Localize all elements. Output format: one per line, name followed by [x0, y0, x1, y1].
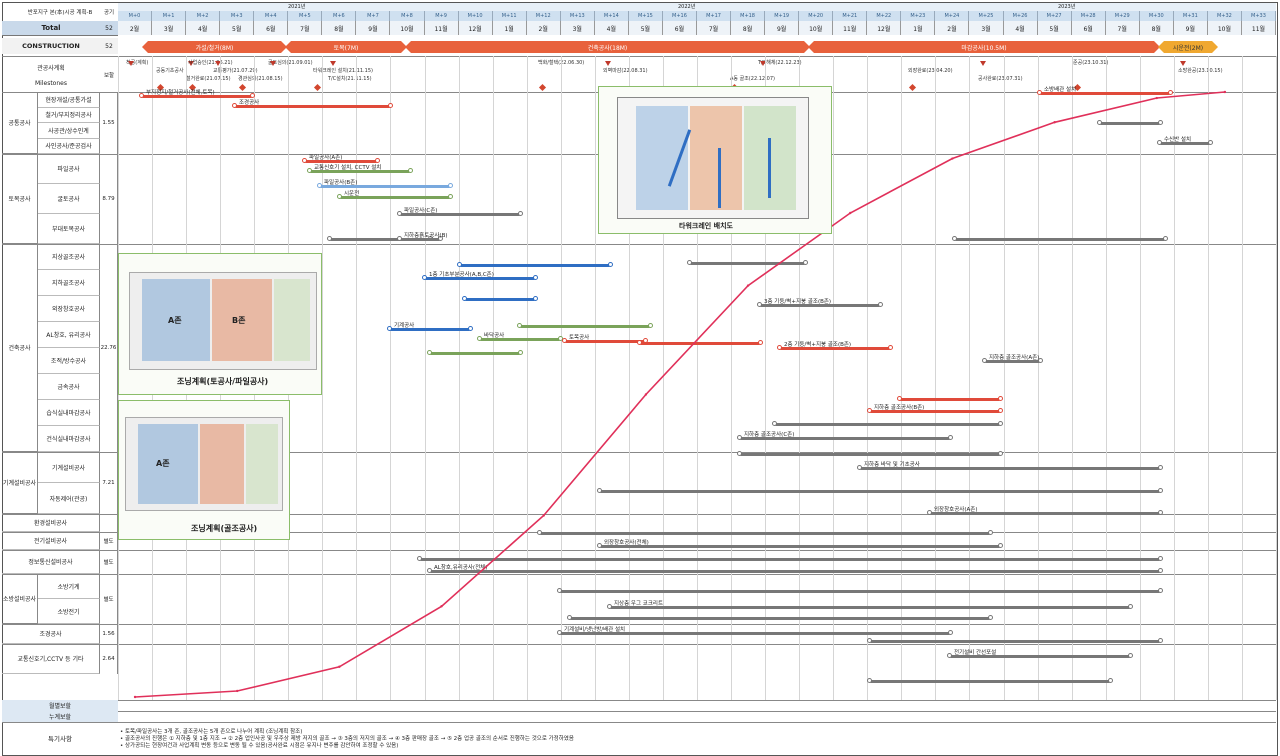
zoning-upper-inset: A존 B존 조닝계획(토공사/파일공사) [118, 253, 322, 395]
bottom-divider-3 [2, 722, 1276, 723]
cumulative-label: 누계보할 [2, 711, 118, 722]
s-curve-point [542, 514, 545, 517]
notes-label: 특기사항 [48, 735, 72, 743]
tower-crane-caption: 타워크레인 배치도 [679, 222, 733, 230]
zoning-lower-inset: A존 조닝계획(골조공사) [118, 400, 290, 540]
tower-crane-plan [617, 97, 809, 219]
s-curve-point [1223, 90, 1227, 94]
monthly-label: 월별보할 [2, 700, 118, 711]
crane-jib-3 [768, 138, 771, 198]
s-curve-point [440, 605, 443, 608]
note-2: • 골조공사의 진행은 ① 지하층 및 1층 지조 → ② 2층 업인사공 및 … [120, 736, 574, 742]
zoning-upper-plan: A존 B존 [129, 272, 317, 370]
lower-zone-a-label: A존 [156, 459, 170, 468]
lower-zone-c [246, 424, 278, 504]
bottom-divider-2 [2, 711, 1276, 712]
s-curve-point [1053, 121, 1056, 124]
s-curve-point [338, 665, 341, 668]
s-curve-point [1155, 96, 1158, 100]
zoning-lower-plan: A존 [125, 417, 283, 511]
note-3: • 상가공되는 현장여건과 사업계획 변동 등으로 변동 될 수 있음(공사완료… [120, 743, 399, 749]
upper-zone-c [274, 279, 310, 361]
s-curve-point [849, 211, 852, 215]
s-curve-point [236, 689, 239, 693]
zoning-lower-caption: 조닝계획(골조공사) [191, 524, 258, 533]
upper-zone-a-label: A존 [168, 316, 182, 325]
s-curve-point [644, 393, 648, 396]
bottom-divider-1 [2, 700, 1276, 701]
upper-zone-b-label: B존 [232, 316, 246, 325]
s-curve-point [951, 157, 954, 160]
crane-zone-b [690, 106, 742, 210]
crane-jib-2 [718, 148, 721, 208]
note-1: • 토목/파일공사는 3개 존, 골조공사는 5개 존으로 나누어 계획 (조닝… [120, 729, 303, 735]
tower-crane-inset: 타워크레인 배치도 [598, 86, 832, 234]
notes-block: • 토목/파일공사는 3개 존, 골조공사는 5개 존으로 나누어 계획 (조닝… [120, 729, 1220, 750]
s-curve-point [746, 284, 750, 287]
zoning-upper-caption: 조닝계획(토공사/파일공사) [177, 377, 269, 386]
lower-zone-b [200, 424, 244, 504]
s-curve-point [133, 695, 137, 699]
